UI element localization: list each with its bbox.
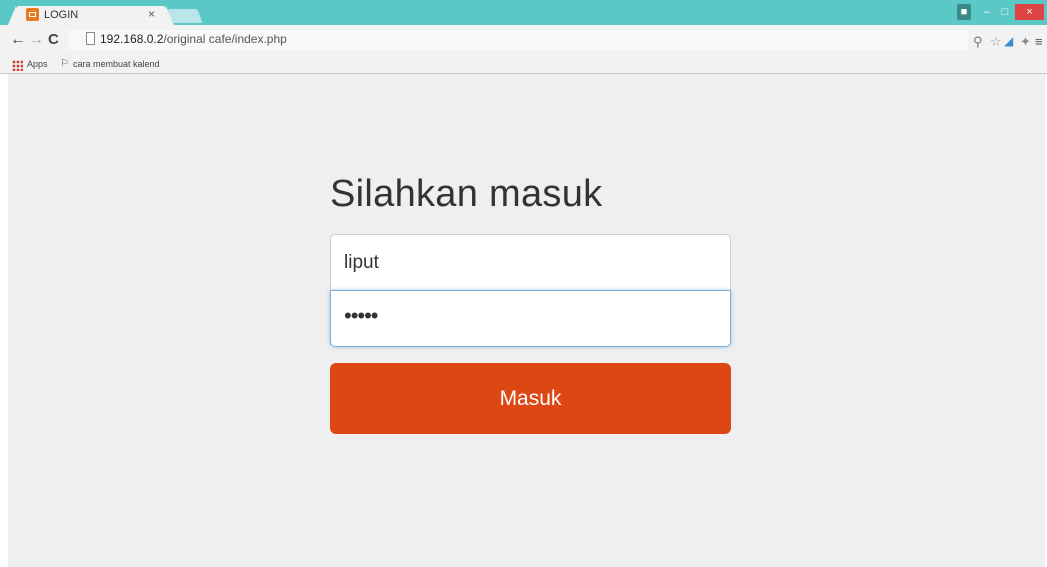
bookmark-page-icon: ⚐ [60, 58, 69, 69]
minimize-button[interactable]: – [978, 4, 996, 20]
favicon-icon [26, 8, 39, 21]
bookmark-apps[interactable]: Apps [27, 59, 48, 69]
login-button[interactable]: Masuk [330, 363, 731, 434]
tab-edge [8, 6, 16, 25]
extension-puzzle-icon[interactable]: ✦ [1020, 34, 1031, 50]
page-icon [86, 32, 95, 45]
browser-toolbar: ← → C 192.168.0.2/original cafe/index.ph… [0, 25, 1047, 57]
page-viewport: Silahkan masuk liput ••••• Masuk [8, 74, 1045, 567]
browser-title-bar: LOGIN × ■ – □ × [0, 0, 1047, 25]
url-text[interactable]: 192.168.0.2/original cafe/index.php [100, 32, 287, 46]
tab-title: LOGIN [44, 9, 79, 21]
password-value: ••••• [344, 303, 379, 328]
apps-grid-icon[interactable] [12, 60, 23, 71]
address-bar[interactable]: 192.168.0.2/original cafe/index.php [68, 30, 968, 50]
tab-login[interactable]: LOGIN × [16, 6, 166, 25]
maximize-button[interactable]: □ [996, 4, 1014, 20]
tab-close-icon[interactable]: × [148, 7, 155, 21]
user-profile-icon[interactable]: ■ [957, 4, 971, 20]
bookmark-item[interactable]: cara membuat kalend [73, 59, 160, 69]
new-tab-button[interactable] [167, 9, 203, 23]
close-window-button[interactable]: × [1015, 4, 1044, 20]
menu-icon[interactable]: ≡ [1035, 34, 1043, 49]
url-path: /original cafe/index.php [163, 32, 287, 46]
reload-icon[interactable]: C [48, 31, 59, 48]
zoom-icon[interactable]: ⚲ [973, 34, 983, 50]
forward-arrow-icon[interactable]: → [28, 31, 44, 49]
username-field[interactable]: liput [330, 234, 731, 291]
page-title: Silahkan masuk [330, 173, 603, 215]
bookmark-star-icon[interactable]: ☆ [990, 34, 1002, 50]
back-arrow-icon[interactable]: ← [10, 31, 26, 49]
password-field[interactable]: ••••• [330, 290, 731, 347]
bookmarks-bar: Apps ⚐ cara membuat kalend [0, 57, 1047, 74]
username-value: liput [344, 252, 379, 273]
url-host: 192.168.0.2 [100, 32, 164, 46]
extension-icon[interactable]: ◢ [1004, 34, 1013, 48]
